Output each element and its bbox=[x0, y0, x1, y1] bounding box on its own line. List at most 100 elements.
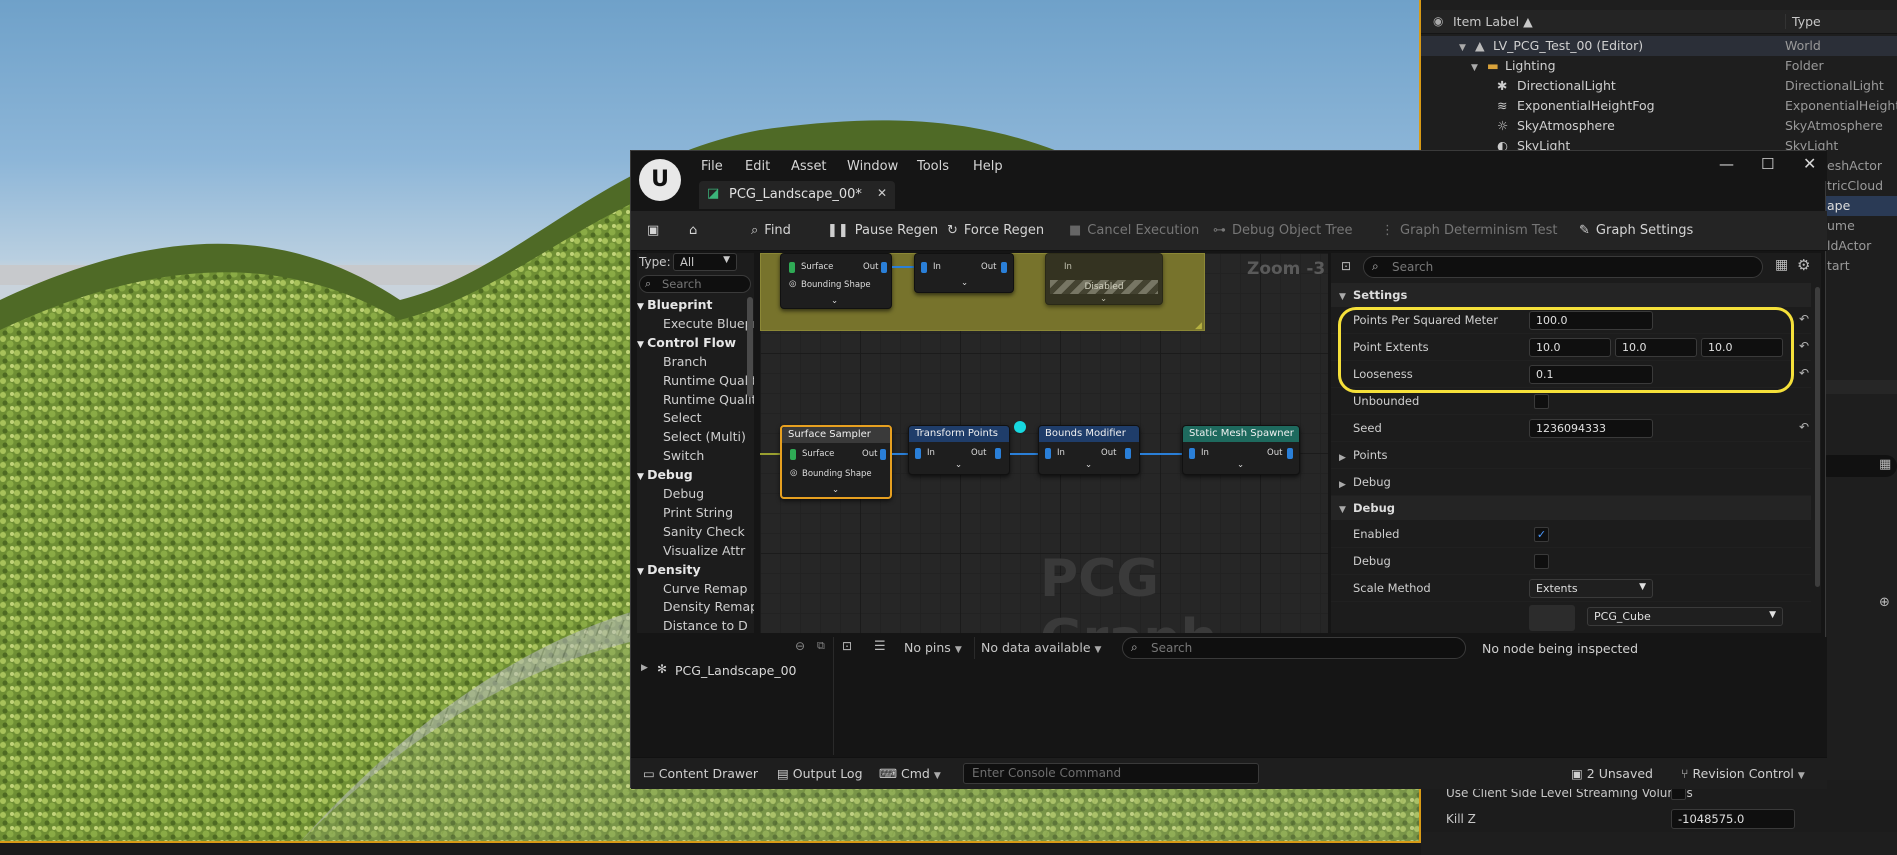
minimize-icon[interactable]: — bbox=[1719, 155, 1734, 173]
pin-out-connector[interactable] bbox=[1287, 448, 1293, 459]
visibility-eye-icon[interactable]: ◉ bbox=[1433, 14, 1443, 28]
expand-arrow-icon[interactable]: ▼ bbox=[1459, 38, 1466, 53]
pin-out-connector[interactable] bbox=[1001, 262, 1007, 273]
close-tab-icon[interactable]: ✕ bbox=[877, 186, 887, 200]
cancel-execution-button[interactable]: ■ Cancel Execution bbox=[1069, 223, 1199, 238]
menu-file[interactable]: File bbox=[701, 159, 723, 174]
node-static-mesh-spawner[interactable]: Static Mesh Spawner In Out ⌄ bbox=[1182, 425, 1300, 475]
menu-help[interactable]: Help bbox=[973, 159, 1003, 174]
filter-icon[interactable]: ☰ bbox=[874, 639, 886, 654]
outliner-row-fog[interactable]: ≋ ExponentialHeightFog ExponentialHeight… bbox=[1421, 96, 1897, 116]
table-view-icon[interactable]: ▦ bbox=[1879, 457, 1891, 472]
outliner-row-world[interactable]: ▼ ▲ LV_PCG_Test_00 (Editor) World bbox=[1421, 36, 1897, 56]
graph-settings-button[interactable]: ✎ Graph Settings bbox=[1579, 223, 1693, 238]
browse-asset-icon[interactable]: ⌂ bbox=[689, 223, 697, 238]
pin-surface-connector[interactable] bbox=[789, 262, 795, 273]
palette-category[interactable]: ▼ Blueprint bbox=[637, 297, 754, 315]
type-filter-dropdown[interactable]: All ▼ bbox=[673, 253, 737, 271]
outliner-row-skyatmosphere[interactable]: ☼ SkyAtmosphere SkyAtmosphere bbox=[1421, 116, 1897, 136]
table-view-icon[interactable]: ▦ bbox=[1775, 257, 1788, 273]
palette-search-input[interactable]: ⌕ Search bbox=[639, 275, 751, 293]
comment-resize-handle[interactable]: ◢ bbox=[1195, 321, 1202, 331]
palette-item[interactable]: Select (Multi) bbox=[637, 429, 754, 447]
console-command-input[interactable]: Enter Console Command bbox=[963, 763, 1259, 784]
menu-tools[interactable]: Tools bbox=[917, 159, 949, 174]
palette-item[interactable]: Branch bbox=[637, 354, 754, 372]
palette-item[interactable]: Visualize Attr bbox=[637, 543, 754, 561]
point-extents-z-input[interactable]: 10.0 bbox=[1701, 338, 1783, 357]
points-group-row[interactable]: ▶ Points bbox=[1331, 442, 1811, 469]
reset-arrow-icon[interactable]: ↶ bbox=[1799, 420, 1809, 434]
expand-node-icon[interactable]: ⌄ bbox=[1085, 460, 1092, 470]
menu-asset[interactable]: Asset bbox=[791, 159, 827, 174]
palette-item[interactable]: Select bbox=[637, 410, 754, 428]
point-extents-x-input[interactable]: 10.0 bbox=[1529, 338, 1611, 357]
enabled-checkbox[interactable]: ✓ bbox=[1534, 527, 1549, 542]
palette-item[interactable]: Distance to D bbox=[637, 618, 754, 633]
node-transform-points[interactable]: Transform Points In Out ⌄ bbox=[908, 425, 1010, 475]
expand-node-icon[interactable]: ⌄ bbox=[961, 278, 968, 288]
force-regen-button[interactable]: ↻ Force Regen bbox=[947, 223, 1044, 238]
debug-checkbox[interactable] bbox=[1534, 554, 1549, 569]
palette-item[interactable]: Curve Remap bbox=[637, 581, 754, 599]
lock-icon[interactable]: ⊡ bbox=[1341, 259, 1351, 273]
type-column[interactable]: Type bbox=[1785, 14, 1821, 29]
palette-item[interactable]: Execute Blueprint bbox=[637, 316, 754, 334]
palette-item[interactable]: Runtime Quality bbox=[637, 373, 754, 391]
graph-canvas[interactable]: Surface Out Bounding Shape ◎ ⌄ In Out ⌄ … bbox=[760, 253, 1328, 633]
pin-out-connector[interactable] bbox=[1125, 448, 1131, 459]
gear-icon[interactable]: ⚙ bbox=[1797, 256, 1810, 274]
reset-arrow-icon[interactable]: ↶ bbox=[1799, 312, 1809, 326]
pin-out-connector[interactable] bbox=[881, 262, 887, 273]
maximize-icon[interactable]: ☐ bbox=[1761, 155, 1774, 173]
save-icon[interactable]: ▣ bbox=[647, 223, 659, 238]
expand-node-icon[interactable]: ⌄ bbox=[1237, 460, 1244, 470]
pin-out-connector[interactable] bbox=[995, 448, 1001, 459]
expand-arrow-icon[interactable]: ▼ bbox=[1471, 58, 1478, 73]
node-surface-sampler[interactable]: Surface Sampler Surface Out ◎ Bounding S… bbox=[780, 425, 892, 499]
palette-category[interactable]: ▼ Density bbox=[637, 562, 754, 580]
palette-item[interactable]: Density Remap bbox=[637, 599, 754, 617]
pin-in-connector[interactable] bbox=[915, 448, 921, 459]
pins-dropdown[interactable]: No pins ▼ bbox=[898, 637, 970, 659]
node-transform-points-top[interactable]: In Out ⌄ bbox=[914, 253, 1014, 293]
graph-determinism-test-button[interactable]: ⋮ Graph Determinism Test bbox=[1381, 223, 1558, 238]
pin-out-connector[interactable] bbox=[880, 449, 886, 460]
data-dropdown[interactable]: No data available ▼ bbox=[974, 637, 1114, 659]
unbounded-checkbox[interactable] bbox=[1534, 394, 1549, 409]
palette-category[interactable]: ▼ Control Flow bbox=[637, 335, 754, 353]
revision-control-button[interactable]: ⑂ Revision Control ▼ bbox=[1681, 766, 1805, 781]
points-per-sqm-input[interactable]: 100.0 bbox=[1529, 311, 1653, 330]
output-log-button[interactable]: ▤ Output Log bbox=[777, 766, 863, 781]
pin-in-connector[interactable] bbox=[1045, 448, 1051, 459]
node-disabled-top[interactable]: In Disabled ⌄ bbox=[1045, 253, 1163, 305]
back-icon[interactable]: ⊖ bbox=[795, 639, 805, 653]
find-button[interactable]: ⌕ Find bbox=[751, 223, 791, 238]
expand-node-icon[interactable]: ⌄ bbox=[955, 460, 962, 470]
node-surface-sampler-top[interactable]: Surface Out Bounding Shape ◎ ⌄ bbox=[780, 253, 892, 309]
tab-pcg-landscape[interactable]: ◪ PCG_Landscape_00* ✕ bbox=[699, 181, 895, 209]
outliner-row-lighting[interactable]: ▼ ▬ Lighting Folder bbox=[1421, 56, 1897, 76]
palette-item[interactable]: Print String bbox=[637, 505, 754, 523]
palette-scrollbar[interactable] bbox=[747, 297, 753, 397]
expand-node-icon[interactable]: ⌄ bbox=[832, 485, 839, 495]
details-search-input[interactable]: ⌕ Search bbox=[1363, 256, 1763, 278]
reroute-knot[interactable] bbox=[1014, 421, 1026, 433]
settings-section-header[interactable]: ▼ Settings bbox=[1331, 283, 1811, 307]
debug-object-tree-button[interactable]: ⊶ Debug Object Tree bbox=[1213, 223, 1352, 238]
content-drawer-button[interactable]: ▭ Content Drawer bbox=[643, 766, 758, 781]
item-label-column[interactable]: Item Label ▲ bbox=[1453, 14, 1533, 29]
palette-category[interactable]: ▼ Debug bbox=[637, 467, 754, 485]
add-element-icon[interactable]: ⊕ bbox=[1879, 595, 1890, 610]
pin-surface-connector[interactable] bbox=[790, 449, 796, 460]
palette-item[interactable]: Debug bbox=[637, 486, 754, 504]
lock-icon[interactable]: ⊡ bbox=[842, 639, 852, 653]
expand-node-icon[interactable]: ⌄ bbox=[831, 296, 838, 306]
outliner-row-directionallight[interactable]: ✱ DirectionalLight DirectionalLight bbox=[1421, 76, 1897, 96]
tree-item-pcg-landscape[interactable]: ▶ ✻ PCG_Landscape_00 bbox=[631, 659, 831, 681]
pause-regen-button[interactable]: ❚❚ Pause Regen bbox=[827, 223, 938, 238]
point-extents-y-input[interactable]: 10.0 bbox=[1615, 338, 1697, 357]
reset-arrow-icon[interactable]: ↶ bbox=[1799, 366, 1809, 380]
tree-options-icon[interactable]: ⧉ bbox=[817, 639, 825, 653]
debug-group-row[interactable]: ▶ Debug bbox=[1331, 469, 1811, 496]
